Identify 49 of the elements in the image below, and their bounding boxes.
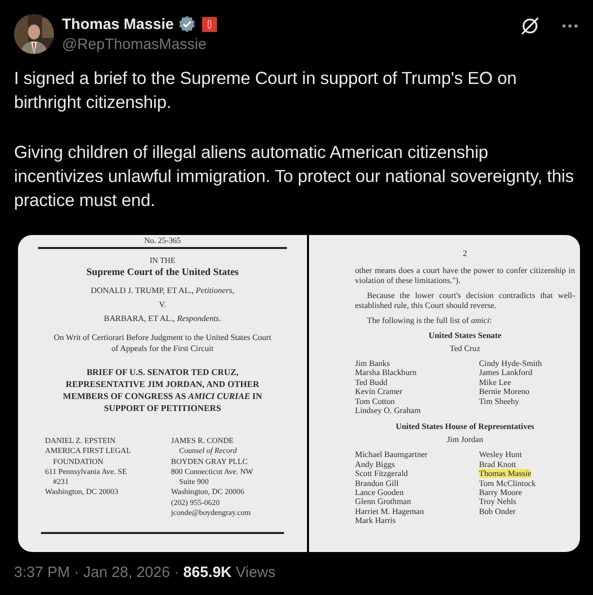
member-name: Kevin Cramer — [355, 387, 402, 397]
member-name: Scott Fitzgerald — [355, 469, 408, 479]
docket-number: No. 25-365 — [143, 236, 182, 245]
member-name: Troy Nehls — [479, 497, 516, 507]
party-line: BARBARA, ET AL., Respondents. — [102, 313, 222, 325]
member-name: Brandon Gill — [355, 478, 399, 488]
member-name: Ted Cruz — [448, 344, 482, 354]
body-text: Because the lower court's decision contradicts that well-established rule, this Court should reverse. — [355, 291, 575, 311]
post-text: I signed a brief to the Supreme Court in support of Trump's EO on birthright citizenship. — [14, 67, 518, 114]
body-text: other means does a court have the power to confer citizenship in violation of these limitations."). — [355, 266, 575, 286]
member-name: Marsha Blackburn — [355, 368, 417, 378]
section-heading: United States Senate — [428, 331, 502, 341]
slashed-circle-icon[interactable] — [520, 16, 540, 36]
affiliation-badge-icon — [202, 16, 217, 32]
member-name: Harriet M. Hageman — [355, 506, 424, 516]
member-name: James Lankford — [479, 368, 532, 378]
member-name: Lance Gooden — [355, 488, 404, 498]
section-heading: United States House of Representatives — [394, 422, 536, 432]
court-intro: IN THE — [148, 256, 176, 266]
member-name: Michael Baumgartner — [355, 450, 428, 460]
body-text: The following is the full list of amici: — [366, 316, 493, 326]
brief-title: BRIEF OF U.S. SENATOR TED CRUZ, REPRESENTATIVE JIM JORDAN, AND OTHER MEMBERS OF CONGRESS AS AMICI CURIAE IN SUPPORT OF PETITIONERS — [62, 366, 264, 414]
member-name: Wesley Hunt — [479, 450, 522, 460]
court-name: Supreme Court of the United States — [85, 266, 240, 279]
member-name: Bernie Moreno — [479, 387, 530, 397]
member-name: Barry Moore — [479, 488, 522, 498]
member-name: Tim Sheehy — [479, 396, 520, 406]
author-handle: @RepThomasMassie — [62, 36, 208, 53]
post-meta: 3:37 PM · Jan 28, 2026 · 865.9K Views — [14, 564, 277, 581]
author-name: Thomas Massie — [62, 16, 174, 32]
member-name: Thomas Massie — [479, 469, 532, 479]
member-name: Brad Knott — [479, 460, 516, 470]
page-number: 2 — [462, 249, 468, 259]
member-name: Ted Budd — [355, 378, 388, 388]
member-name: Mike Lee — [479, 378, 512, 388]
party-line: V. — [158, 299, 167, 311]
member-name: Glenn Grothman — [355, 497, 411, 507]
member-name: Cindy Hyde-Smith — [479, 359, 542, 368]
member-name: Bob Onder — [479, 506, 516, 516]
member-name: Mark Harris — [355, 516, 396, 526]
member-name: Andy Biggs — [355, 460, 395, 470]
member-name: Jim Jordan — [446, 435, 484, 446]
member-name: Tom McClintock — [479, 478, 536, 488]
member-name: Jim Banks — [355, 359, 390, 368]
party-line: DONALD J. TRUMP, ET AL., Petitioners, — [90, 285, 236, 297]
post-text: Giving children of illegal aliens automatic American citizenship incentivizes unlawful immigration. To protect our national sovereignty, this practice must end. — [14, 141, 574, 212]
member-name: Tom Cotton — [355, 396, 395, 406]
member-name: Lindsey O. Graham — [355, 406, 421, 416]
writ-text: On Writ of Certiorari Before Judgment to the United States Court of Appeals for the First Circuit — [52, 332, 272, 354]
